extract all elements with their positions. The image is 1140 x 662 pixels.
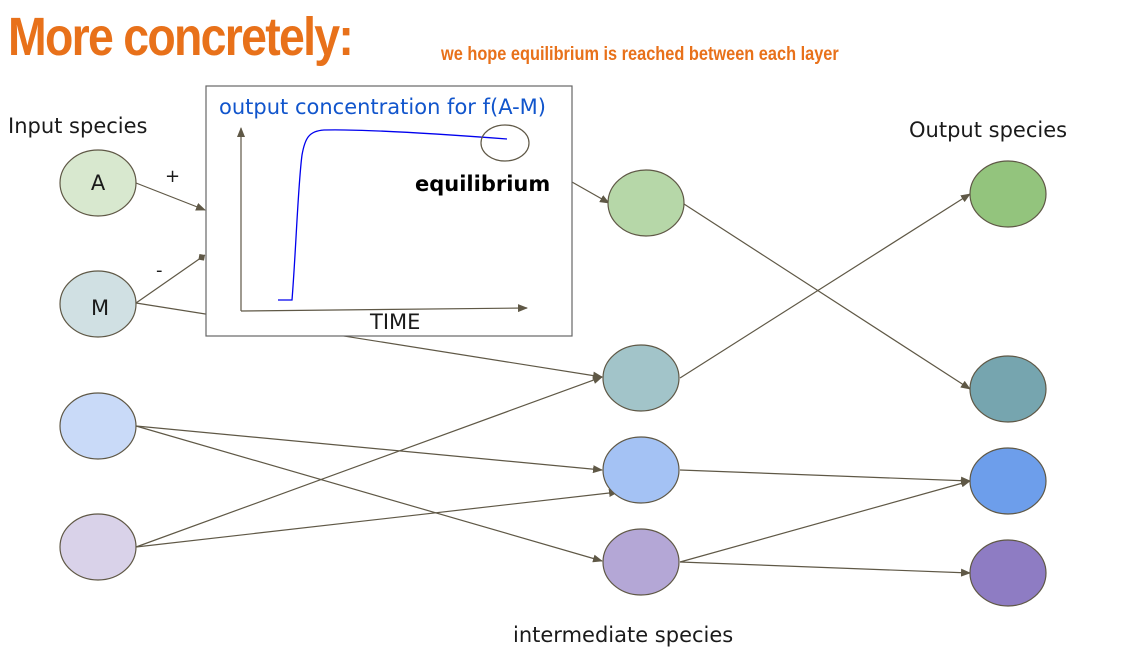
intermediate-node-2: [602, 344, 680, 412]
intermediate-node-3: [602, 436, 680, 504]
input-species-column: A M: [59, 149, 137, 581]
output-node-1: [969, 160, 1047, 228]
edge-intermediate-4-to-output-4: [679, 561, 971, 577]
output-species-label: Output species: [909, 118, 1068, 142]
input-node-m-label: M: [91, 296, 109, 320]
edge-input-3-to-intermediate-4: [135, 425, 603, 563]
inset-x-axis-label: TIME: [369, 310, 420, 334]
edge-input-4-to-intermediate-3: [135, 489, 619, 548]
edge-a-to-inset: [135, 182, 206, 211]
output-species-column: [969, 160, 1047, 607]
intermediate-species-column: [602, 169, 685, 596]
edge-input-4-to-intermediate-2: [135, 376, 603, 548]
slide-subtitle: we hope equilibrium is reached between e…: [441, 44, 839, 65]
output-node-4: [969, 539, 1047, 607]
inset-plot-box: [205, 85, 573, 337]
minus-sign-label: -: [156, 260, 163, 281]
input-node-3: [59, 392, 137, 460]
plus-sign-label: +: [165, 166, 180, 187]
equilibrium-label: equilibrium: [415, 172, 550, 196]
edge-intermediate-4-to-output-3: [679, 479, 971, 563]
input-node-a-label: A: [91, 171, 106, 195]
edge-m-to-inset: [135, 254, 206, 304]
output-node-3: [969, 447, 1047, 515]
input-species-label: Input species: [8, 114, 148, 138]
input-node-4: [59, 513, 137, 581]
edge-input-3-to-intermediate-3: [135, 425, 603, 474]
edge-intermediate-2-to-output-1: [679, 193, 971, 379]
intermediate-species-label: intermediate species: [513, 623, 734, 647]
intermediate-node-4: [602, 528, 680, 596]
inset-plot-title: output concentration for f(A-M): [219, 95, 546, 119]
output-node-2: [969, 355, 1047, 423]
slide-title: More concretely:: [8, 7, 354, 67]
species-network-diagram: output concentration for f(A-M) equilibr…: [59, 85, 1047, 607]
edge-intermediate-3-to-output-3: [679, 469, 971, 485]
intermediate-node-1: [607, 169, 685, 237]
edge-intermediate-1-to-output-2: [683, 203, 971, 390]
